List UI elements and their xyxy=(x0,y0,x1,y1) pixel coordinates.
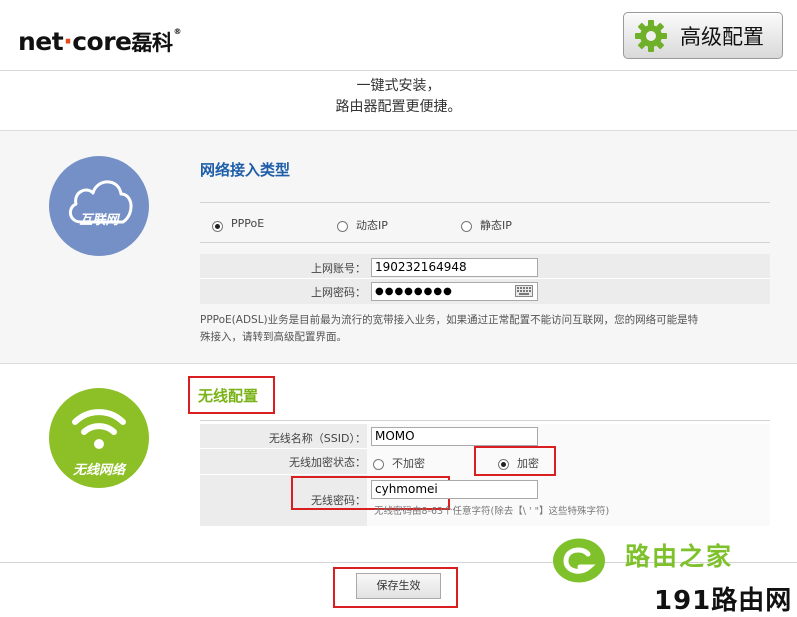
save-button[interactable]: 保存生效 xyxy=(356,573,441,599)
slogan-line2: 路由器配置更便捷。 xyxy=(335,99,462,115)
encrypt-radio[interactable] xyxy=(498,459,509,470)
pppoe-label: PPPoE xyxy=(231,217,265,230)
divider xyxy=(200,202,770,203)
divider xyxy=(200,242,770,243)
no-encrypt-label: 不加密 xyxy=(392,457,425,470)
wifi-icon xyxy=(72,409,126,449)
no-encrypt-radio[interactable] xyxy=(373,459,384,470)
account-label: 上网账号： xyxy=(311,262,366,275)
divider xyxy=(200,420,770,421)
dynamic-ip-radio[interactable] xyxy=(337,221,348,232)
dynamic-ip-label: 动态IP xyxy=(356,219,388,232)
highlight-box xyxy=(474,446,556,476)
access-type-title: 网络接入类型 xyxy=(200,161,291,179)
watermark-logo-icon xyxy=(553,538,605,583)
static-ip-label: 静态IP xyxy=(480,219,512,232)
password-label: 上网密码： xyxy=(311,286,366,299)
internet-icon-circle: 互联网 xyxy=(49,156,149,256)
slogan-line1: 一键式安装， xyxy=(356,78,441,94)
ssid-label: 无线名称（SSID）： xyxy=(268,432,366,445)
netcore-logo: net·core磊科® xyxy=(18,27,181,56)
advanced-config-button[interactable]: 高级配置 xyxy=(623,12,783,59)
wireless-password-label: 无线密码： xyxy=(311,494,366,507)
gear-icon xyxy=(635,19,667,52)
ssid-input[interactable]: MOMO xyxy=(371,427,538,446)
wireless-config-title: 无线配置 xyxy=(198,387,259,405)
pppoe-radio[interactable] xyxy=(212,221,223,232)
pppoe-description-line1: PPPoE(ADSL)业务是目前最为流行的宽带接入业务，如果通过正常配置不能访问… xyxy=(200,314,699,326)
wireless-password-hint: 无线密码由8-63个任意字符(除去【\ ' "】这些特殊字符) xyxy=(374,506,610,517)
watermark-text-1: 路由之家 xyxy=(625,542,734,571)
encrypt-label: 加密 xyxy=(517,457,539,470)
password-input[interactable]: ●●●●●●●● xyxy=(371,282,538,301)
internet-icon-label: 互联网 xyxy=(79,213,119,228)
pppoe-description-line2: 殊接入，请转到高级配置界面。 xyxy=(200,331,347,343)
advanced-config-label: 高级配置 xyxy=(680,24,764,49)
wireless-password-input[interactable]: cyhmomei xyxy=(371,480,538,499)
wireless-icon-circle: 无线网络 xyxy=(49,388,149,488)
divider xyxy=(200,278,770,279)
watermark-text-2: 191路由网 xyxy=(654,586,793,616)
static-ip-radio[interactable] xyxy=(461,221,472,232)
wireless-icon-label: 无线网络 xyxy=(72,463,125,478)
account-input[interactable]: 190232164948 xyxy=(371,258,538,277)
keyboard-icon[interactable] xyxy=(515,285,533,297)
encrypt-status-label: 无线加密状态： xyxy=(289,456,366,469)
